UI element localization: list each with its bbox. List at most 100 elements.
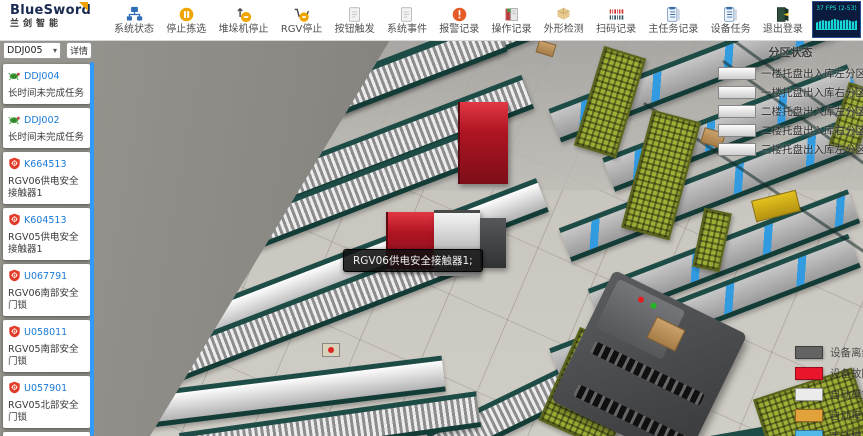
- partition-legend-row: 一楼托盘出入库左分区视图: [718, 66, 863, 81]
- alarm-list: DDJ004长时间未完成任务DDJ002长时间未完成任务K664513RGV06…: [3, 64, 90, 436]
- alarm-card[interactable]: DDJ002长时间未完成任务: [3, 108, 90, 148]
- button-trigger-icon: [346, 6, 363, 23]
- chevron-down-icon: ▾: [53, 46, 57, 55]
- menu-item-rgv-stop[interactable]: RGV停止: [279, 5, 325, 36]
- partition-label: 一楼托盘出入库左分区: [761, 66, 863, 81]
- toolbar: BlueSword 兰剑智能 系统状态停止拣选堆垛机停止RGV停止按钮触发系统事…: [0, 0, 863, 41]
- operation-records-icon: [503, 6, 520, 23]
- alarm-card[interactable]: K604513 RGV05供电安全接触器1: [3, 208, 90, 260]
- system-status-icon: [126, 6, 143, 23]
- partition-label: 二楼托盘出入库左分区: [761, 104, 863, 119]
- menu-item-operation-records[interactable]: 操作记录: [490, 5, 534, 36]
- alarm-card-header: U058011: [8, 323, 85, 342]
- fps-histogram: [816, 14, 857, 30]
- turtle-icon: [8, 67, 21, 86]
- status-legend-row: 设备故障: [795, 366, 863, 381]
- menu-item-main-task-records[interactable]: 主任务记录: [646, 5, 700, 36]
- alarm-card-header: DDJ002: [8, 111, 85, 130]
- alarm-description: RGV06南部安全门锁: [8, 288, 85, 312]
- logo-subtitle: 兰剑智能: [10, 18, 90, 30]
- status-label: 手动模式: [830, 429, 863, 436]
- menu-item-stop-picking[interactable]: 停止拣选: [164, 5, 208, 36]
- alarm-description: RGV05南部安全门锁: [8, 344, 85, 368]
- menu-item-shape-detection[interactable]: 外形检测: [542, 5, 586, 36]
- menu-item-label: 报警记录: [439, 24, 479, 35]
- alarm-code: U057901: [24, 382, 67, 395]
- partition-legend-row: 一楼托盘出入库右分区视图: [718, 85, 863, 100]
- alarm-shield-icon: [8, 323, 21, 342]
- system-events-icon: [398, 6, 415, 23]
- alarm-shield-icon: [8, 379, 21, 398]
- alarm-description: RGV05供电安全接触器1: [8, 232, 85, 256]
- alarm-card[interactable]: DDJ004 长时间未完成任务: [3, 64, 90, 104]
- partition-legend: 分区状态 一楼托盘出入库左分区视图一楼托盘出入库右分区视图二楼托盘出入库左分区视…: [718, 44, 863, 161]
- alarm-card[interactable]: K664513RGV06供电安全接触器1: [3, 152, 90, 204]
- alarm-code: DDJ002: [24, 114, 60, 127]
- menu-item-label: 扫码记录: [596, 24, 636, 35]
- menu-item-label: RGV停止: [281, 24, 323, 35]
- fps-widget: 37 FPS (2-53): [812, 1, 861, 38]
- status-swatch: [795, 346, 823, 359]
- menu-item-system-events[interactable]: 系统事件: [385, 5, 429, 36]
- partition-legend-row: 二楼托盘出入库右分区视图: [718, 123, 863, 138]
- alarm-shield-icon: [8, 211, 21, 230]
- menu-item-label: 退出登录: [763, 24, 803, 35]
- menu-item-stacker-stop[interactable]: 堆垛机停止: [217, 5, 271, 36]
- detail-button[interactable]: 详情: [66, 42, 92, 59]
- status-legend-row: 设备离线: [795, 345, 863, 360]
- partition-swatch: [718, 67, 756, 80]
- device-select[interactable]: DDJ005 ▾: [3, 42, 61, 59]
- alarm-card[interactable]: U058011 RGV05南部安全门锁: [3, 320, 90, 372]
- status-label: 自动模式: [830, 408, 863, 423]
- stacker-stop-icon: [235, 6, 252, 23]
- rgv-stop-icon: [293, 6, 310, 23]
- menu-item-system-status[interactable]: 系统状态: [112, 5, 156, 36]
- menu-item-label: 停止拣选: [166, 24, 206, 35]
- alarm-shield-icon: [8, 155, 21, 174]
- partition-swatch: [718, 105, 756, 118]
- alarm-card-header: U067791: [8, 267, 85, 286]
- status-swatch: [795, 388, 823, 401]
- warehouse-3d-view[interactable]: RGV06供电安全接触器1; DDJ005 ▾ 详情 DDJ004长时间未完成任…: [0, 40, 863, 436]
- button-station: [322, 343, 340, 357]
- device-select-value: DDJ005: [7, 45, 43, 56]
- menu-item-logout[interactable]: 退出登录: [761, 5, 805, 36]
- toolbar-menu: 系统状态 停止拣选 堆垛机停止 RGV停止按钮触发系统事件报警记录操作记录外形检测扫码…: [112, 2, 805, 38]
- menu-item-label: 堆垛机停止: [219, 24, 269, 35]
- menu-item-device-tasks[interactable]: 设备任务: [709, 5, 753, 36]
- alarm-card[interactable]: U067791 RGV06南部安全门锁: [3, 264, 90, 316]
- partition-legend-row: 三楼托盘出入库左分区视图: [718, 142, 863, 157]
- menu-item-label: 设备任务: [711, 24, 751, 35]
- alarm-list-scrollbar[interactable]: [90, 62, 94, 436]
- status-legend-row: 自动模式: [795, 387, 863, 402]
- alarm-description: RGV05北部安全门锁: [8, 400, 85, 424]
- menu-item-scan-records[interactable]: 扫码记录: [594, 5, 638, 36]
- partition-legend-row: 二楼托盘出入库左分区视图: [718, 104, 863, 119]
- alarm-card[interactable]: 100-连接断开6#RGV_1769-L16ER-BB1B_RGV06: [3, 432, 90, 436]
- alarm-records-icon: [451, 6, 468, 23]
- alarm-shield-icon: [8, 267, 21, 286]
- menu-item-label: 系统状态: [114, 24, 154, 35]
- alarm-description: 长时间未完成任务: [8, 88, 85, 100]
- control-cabinet-dark: [480, 218, 506, 268]
- alarm-card-header: K604513: [8, 211, 85, 230]
- alarm-code: K664513: [24, 158, 67, 171]
- alarm-code: K604513: [24, 214, 67, 227]
- device-tasks-icon: [722, 6, 739, 23]
- partition-label: 三楼托盘出入库左分区: [761, 142, 863, 157]
- partition-label: 二楼托盘出入库右分区: [761, 123, 863, 138]
- scan-records-icon: [608, 6, 625, 23]
- alarm-card-header: DDJ004: [8, 67, 85, 86]
- partition-legend-rows: 一楼托盘出入库左分区视图一楼托盘出入库右分区视图二楼托盘出入库左分区视图二楼托盘…: [718, 66, 863, 157]
- alarm-card[interactable]: U057901 RGV05北部安全门锁: [3, 376, 90, 428]
- partition-label: 一楼托盘出入库右分区: [761, 85, 863, 100]
- menu-item-button-trigger[interactable]: 按钮触发: [333, 5, 377, 36]
- fps-text: 37 FPS (2-53): [815, 4, 858, 11]
- menu-item-alarm-records[interactable]: 报警记录: [437, 5, 481, 36]
- partition-legend-title: 分区状态: [718, 44, 863, 60]
- alarm-card-header: K664513: [8, 155, 85, 174]
- partition-swatch: [718, 124, 756, 137]
- logout-icon: [774, 6, 791, 23]
- status-legend-row: 手动模式: [795, 429, 863, 436]
- main-task-records-icon: [665, 6, 682, 23]
